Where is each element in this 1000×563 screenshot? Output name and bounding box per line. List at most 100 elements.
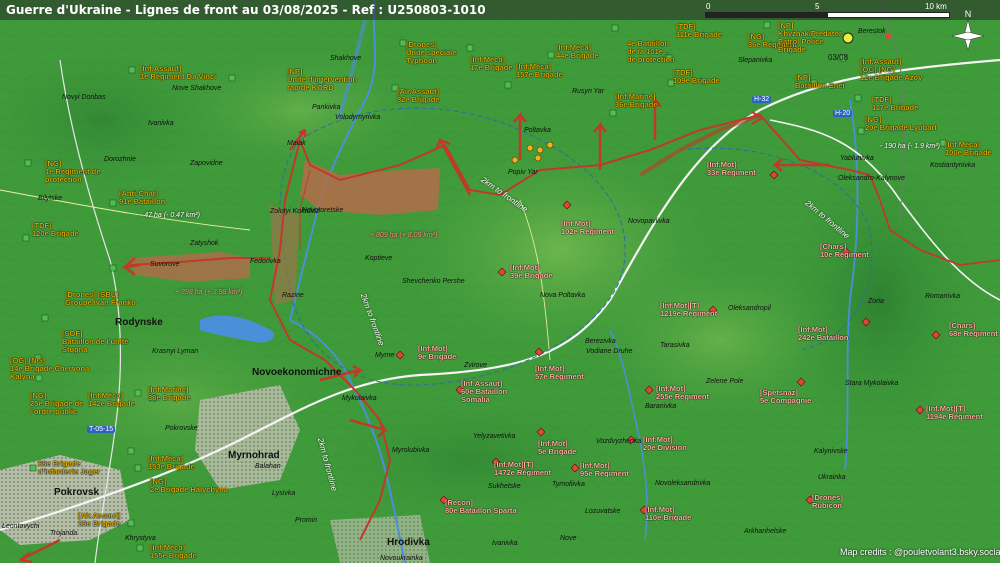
unit-label-ru: [Inf.Mot][T] 1472e Régiment [494,460,552,477]
place-label: Nova Poltavka [540,292,586,299]
place-label: Krasnyi Lyman [152,348,199,355]
unit-label-ua: [NG] 2e Brigade Halychyna [150,477,228,494]
place-label: Poltavka [524,127,551,134]
unit-label-ru: [Chars] 10e Régiment [820,242,869,259]
place-label: Shakhove [330,55,362,62]
unit-label-ua: [OG] [NG] 14e Brigade Chervona Kalyna [10,356,90,381]
place-label: Promin [295,517,318,524]
place-label: Leontovychi [2,523,40,530]
place-label: Yablunivka [840,155,874,162]
scale-zero: 0 [706,2,711,11]
place-label: Sukhetske [488,483,521,490]
area-change-label: + 809 ha (+ 8.09 km²) [370,232,438,239]
place-label: Razine [282,292,304,299]
place-label: Yelyzavetivka [473,433,516,440]
unit-label-ua: [Inf.Assaut] [OG] [NG] 12e Brigade Azov [860,57,923,82]
unit-label-ua: [Inf.Méca] 142e Brigade [88,391,135,408]
unit-label-ru: [Drones] Rubicon [812,493,843,510]
area-change-label: + 398 ha (+ 3.98 km²) [175,289,243,296]
place-label-city: Rodynske [115,317,163,328]
place-label: Balahan [255,463,281,470]
place-label: Volodymyrivka [335,114,381,121]
unit-label-ua: [Inf.Marine] 36e Brigade [615,92,658,109]
unit-label-ua: [NP] Bataillon Enei [795,73,845,90]
unit-label-ua: [NP] Khyzhak/Predator Patrol Police Brigade [778,21,842,54]
place-label: Mykolaivka [342,395,377,402]
unit-label-ua: [Inf.Méca] 100e Brigade [945,140,992,157]
north-arrow-icon: N [951,9,985,51]
place-label: Novopavlivka [628,218,670,225]
unit-label-ua: [TDF] 120e Brigade [32,221,79,238]
place-label: Zoria [868,298,884,305]
place-label: Dorozhnie [104,156,136,163]
unit-label-ru: [Inf.Mot] 20e Division [643,435,687,452]
unit-label-ua: [Inf.Méca] 157e Brigade [516,62,563,79]
place-label: Vodiane Druhe [586,348,633,355]
area-change-label: - 47 ha (- 0.47 km²) [140,212,200,219]
place-label: Arkhanhelske [744,528,787,535]
place-label: Suvorove [150,261,180,268]
unit-label-ru: [Inf.Assaut] 60e Bataillon Somalia [461,379,508,404]
unit-label-ru: [Inf.Mot] 95e Régiment [580,461,629,478]
unit-label-ru: [Recon] 80e Bataillon Sparta [445,498,517,515]
place-label: Novoukrainka [380,555,423,562]
place-label-city: Pokrovsk [54,487,100,498]
unit-label-ua: [TDF] 111e Brigade [676,22,722,39]
unit-label-ua: [Air.Assaut] 82e Brigade [397,87,440,104]
unit-label-ua: [NG] 25e Brigade de l'ordre public [30,391,84,416]
road-badge-h20: H-20 [833,110,853,117]
place-label: Berestok [858,28,886,35]
place-label: Myrolubivka [392,447,430,454]
place-label: Lysivka [272,490,296,497]
unit-label-ru: [Inf.Mot] 39e Brigade [510,263,553,280]
scale-end: 10 km [925,2,947,11]
place-label: Zapovidne [190,160,223,167]
place-label-city: Myrnohrad [228,450,280,461]
unit-label-ua: [Anti-Char] 91e Bataillon [119,189,166,206]
place-label: Maiak [287,140,306,147]
place-label: Romanivka [925,293,961,300]
place-label: Slepanivka [738,57,773,64]
place-label: Novoleksandrivka [655,480,711,487]
unit-label-ua: [TDF] 117e Brigade [872,95,919,112]
road-badge-h32: H-32 [752,96,772,103]
place-label: Koptieve [365,255,393,262]
place-label: Pankivka [312,104,341,111]
unit-label-ua: [NP] Unité d'intervention rapide KORD [287,67,358,92]
unit-label-ua: [Air.Assaut] 25e Brigade [78,511,121,528]
place-label: Oleksandropil [728,305,771,312]
unit-label-ru: [Inf.Mot][T] 1194e Régiment [926,404,983,421]
scale-bar [705,12,950,18]
place-label: Ivanivka [492,540,518,547]
unit-label-ua: 4e Bataillon de la 101e .. de protection [627,39,675,64]
unit-label-ua: [NG] 1e Régiment de protection [45,159,101,184]
place-label: Tarasivka [660,342,690,349]
place-label: Khrystyva [125,535,156,542]
place-label: Stara Mykolaivka [845,380,899,387]
unit-label-ru: [Inf.Mot] 57e Régiment [535,364,584,381]
place-label: Shevchenko Pershe [402,278,465,285]
unit-label-ua: [Inf.Méca] 17e Brigade [470,55,513,72]
unit-label-ru: [Inf.Mot][T] 1219e Régiment [660,301,718,318]
unit-label-ua: [Inf.Méca] 153e Brigade [148,454,195,471]
map-date: 03/08 [828,53,849,62]
unit-label-ua: [Inf.Méca] 44e Brigade [556,43,599,60]
unit-label-ua: [Inf.Assaut] 1e Régiment Da Vinci [140,64,217,81]
place-label-city: Novoekonomichne [252,367,342,378]
place-label: Trojanda [50,530,78,537]
unit-label-ru: [Inf.Mot] 9e Brigade [418,344,457,361]
unit-label-ru: [Chars] 68e Régiment [949,321,998,338]
place-label: Rusyn Yar [572,88,605,95]
place-label: Pokrovske [165,425,198,432]
place-label: Kalynivske [814,448,848,455]
map-title: Guerre d'Ukraine - Lignes de front au 03… [6,3,486,17]
unit-label-ua: [Inf.Marine] 38e Brigade [148,385,191,402]
unit-label-ru: [Inf.Mot] 110e Brigade [645,505,692,522]
place-label: Lozuvatske [585,508,621,515]
unit-label-ru: [Inf.Mot] 5e Brigade [538,439,577,456]
north-label: N [965,9,972,19]
unit-label-ru: [Inf.Mot] 255e Régiment [656,384,709,401]
place-label-city: Hrodivka [387,537,430,548]
area-change-label: - 190 ha (- 1.9 km²) [880,143,940,150]
place-label: Oleksandro-Kalynove [838,175,905,182]
